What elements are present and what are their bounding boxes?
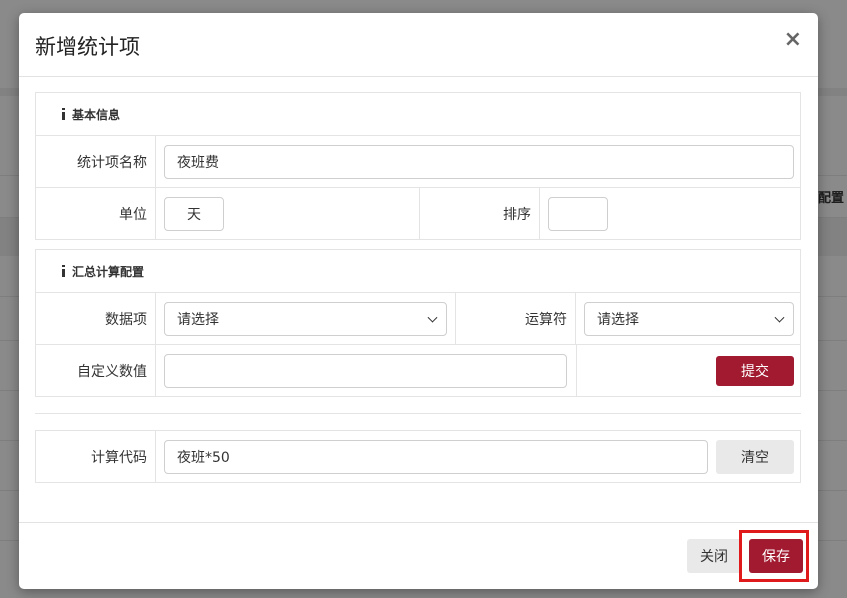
custom-value-row: 自定义数值 提交 <box>35 344 801 397</box>
background-column-header: 配置 <box>818 191 845 206</box>
operator-selected-value: 请选择 <box>597 312 639 328</box>
info-icon <box>62 265 65 277</box>
operator-label: 运算符 <box>525 311 567 328</box>
chevron-down-icon <box>427 312 438 323</box>
cell-divider <box>576 345 577 396</box>
custom-value-input[interactable] <box>164 354 567 388</box>
summary-config-section-header: 汇总计算配置 <box>35 249 801 292</box>
basic-info-section-title: 基本信息 <box>72 108 121 122</box>
code-row: 计算代码 夜班*50 清空 <box>35 430 801 483</box>
dialog-title: 新增统计项 <box>35 35 140 59</box>
add-stat-item-dialog: 新增统计项 × 基本信息 统计项名称 夜班费 单位 天 排序 汇总计算配置 数据… <box>19 13 818 589</box>
stat-name-input[interactable]: 夜班费 <box>164 145 794 179</box>
save-button-highlight <box>739 530 809 582</box>
data-item-label-cell: 数据项 <box>36 293 156 344</box>
name-label-cell: 统计项名称 <box>36 136 156 187</box>
custom-value-label-cell: 自定义数值 <box>36 345 156 396</box>
unit-label: 单位 <box>119 206 147 223</box>
close-icon[interactable]: × <box>784 29 802 51</box>
summary-config-section-title: 汇总计算配置 <box>72 265 145 279</box>
sort-label-cell: 排序 <box>420 188 540 239</box>
sort-label: 排序 <box>503 206 531 223</box>
name-row: 统计项名称 夜班费 <box>35 135 801 188</box>
name-label: 统计项名称 <box>77 154 147 171</box>
section-separator <box>35 413 801 414</box>
sort-input[interactable] <box>548 197 608 231</box>
data-item-select[interactable]: 请选择 <box>164 302 447 336</box>
unit-sort-row: 单位 天 排序 <box>35 187 801 240</box>
dialog-footer-divider <box>19 522 818 523</box>
close-button[interactable]: 关闭 <box>687 539 741 573</box>
basic-info-section-header: 基本信息 <box>35 92 801 135</box>
data-item-operator-row: 数据项 请选择 运算符 请选择 <box>35 292 801 345</box>
operator-label-cell: 运算符 <box>456 293 576 344</box>
chevron-down-icon <box>774 312 785 323</box>
calc-code-input[interactable]: 夜班*50 <box>164 440 708 474</box>
data-item-label: 数据项 <box>105 311 147 328</box>
clear-button[interactable]: 清空 <box>716 440 794 474</box>
unit-input[interactable]: 天 <box>164 197 224 231</box>
data-item-selected-value: 请选择 <box>177 312 219 328</box>
submit-button[interactable]: 提交 <box>716 356 794 386</box>
dialog-header: 新增统计项 × <box>19 13 818 77</box>
code-label-cell: 计算代码 <box>36 431 156 482</box>
info-icon <box>62 108 65 120</box>
unit-label-cell: 单位 <box>36 188 156 239</box>
operator-select[interactable]: 请选择 <box>584 302 794 336</box>
custom-value-label: 自定义数值 <box>77 363 147 380</box>
code-label: 计算代码 <box>91 449 147 466</box>
